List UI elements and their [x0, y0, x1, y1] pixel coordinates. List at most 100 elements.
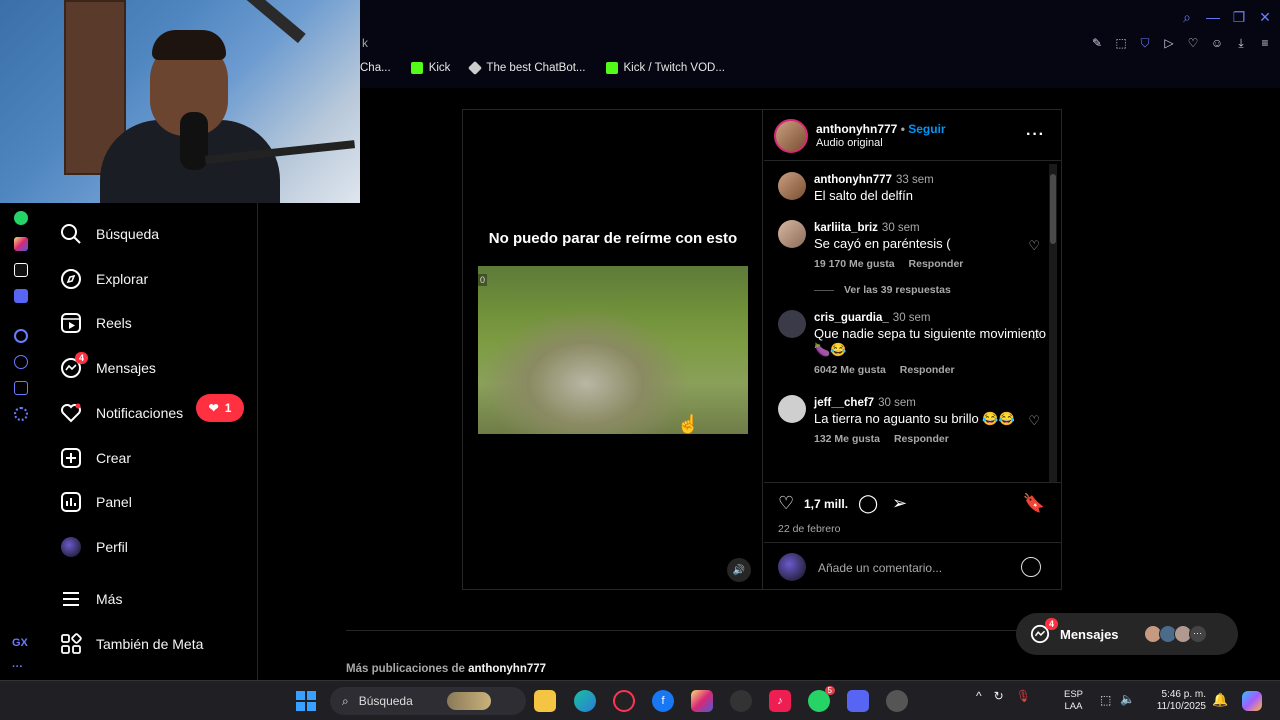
nav-item-perfil[interactable]: Perfil — [60, 533, 128, 561]
comment-likes[interactable]: 132 Me gusta — [814, 433, 880, 445]
post-date: 22 de febrero — [778, 523, 841, 535]
profile-icon[interactable]: ☺ — [1210, 36, 1224, 50]
restore-icon[interactable]: ❐ — [1232, 9, 1246, 25]
windows-start-icon[interactable] — [296, 691, 316, 711]
like-comment-icon[interactable]: ♡ — [1028, 328, 1040, 344]
comments-scrollbar[interactable] — [1049, 164, 1057, 482]
facebook-icon[interactable]: f — [652, 690, 674, 712]
instagram-icon[interactable] — [14, 237, 28, 251]
discord-icon[interactable] — [847, 690, 869, 712]
chevron-up-icon[interactable]: ^ — [976, 689, 982, 703]
extensions-icon[interactable] — [14, 381, 28, 395]
nav-item-notificaciones[interactable]: Notificaciones — [60, 399, 183, 427]
address-bar-fragment[interactable]: k — [362, 36, 368, 50]
nav-item-mas[interactable]: Más — [60, 585, 122, 613]
nav-item-explorar[interactable]: Explorar — [60, 265, 148, 293]
search-icon[interactable]: ⌕ — [1180, 9, 1194, 25]
commenter-avatar[interactable] — [778, 395, 806, 423]
windows-taskbar: ⌕ Búsqueda f ♪ 5 ^ ↻ 🎙 ESP LAA ⬚ 🔈 5:46 … — [0, 680, 1280, 720]
messages-floating-button[interactable]: 4 Mensajes ··· — [1016, 613, 1238, 655]
play-icon[interactable]: ▷ — [1162, 36, 1176, 50]
comment-likes[interactable]: 6042 Me gusta — [814, 364, 886, 376]
tiktok-icon[interactable]: ♪ — [769, 690, 791, 712]
file-explorer-icon[interactable] — [534, 690, 556, 712]
whatsapp-icon[interactable]: 5 — [808, 686, 835, 712]
scrollbar-thumb[interactable] — [1050, 174, 1056, 244]
reply-button[interactable]: Responder — [909, 258, 964, 270]
comment-icon[interactable]: ◯ — [858, 493, 878, 514]
commenter-avatar[interactable] — [778, 310, 806, 338]
comment-username[interactable]: karliita_briz — [814, 222, 878, 234]
gx-logo-icon[interactable]: GX — [12, 637, 28, 649]
chatgpt-icon[interactable] — [730, 690, 752, 712]
opera-gx-icon[interactable] — [613, 690, 635, 712]
taskbar-search[interactable]: ⌕ Búsqueda — [330, 687, 526, 715]
author-username[interactable]: anthonyhn777 — [816, 122, 897, 136]
volume-icon[interactable]: 🔊 — [727, 558, 751, 582]
whatsapp-icon[interactable] — [14, 211, 28, 225]
reel-video[interactable]: 0 — [478, 266, 748, 434]
nav-item-mensajes[interactable]: 4 Mensajes — [60, 352, 156, 382]
easy-setup-icon[interactable]: ≡ — [1258, 36, 1272, 50]
settings-icon[interactable] — [886, 690, 908, 712]
bookmark-item[interactable]: The best ChatBot... — [468, 60, 586, 76]
edge-icon[interactable] — [574, 690, 596, 712]
more-options-icon[interactable]: ··· — [1026, 126, 1045, 144]
language-indicator[interactable]: ESP LAA — [1064, 689, 1083, 713]
history-icon[interactable] — [14, 355, 28, 369]
comment-username[interactable]: anthonyhn777 — [814, 174, 892, 186]
like-icon[interactable]: ♡ — [778, 493, 794, 514]
follow-button[interactable]: Seguir — [908, 122, 945, 136]
likes-count[interactable]: 1,7 mill. — [804, 497, 848, 511]
compass-icon — [60, 268, 82, 290]
bookmark-item[interactable]: Kick — [410, 62, 450, 74]
audio-link[interactable]: Audio original — [816, 137, 883, 149]
emoji-icon[interactable] — [1021, 557, 1041, 577]
heart-icon[interactable]: ♡ — [1186, 36, 1200, 50]
comment-input[interactable]: Añade un comentario... — [818, 561, 942, 575]
reply-button[interactable]: Responder — [900, 364, 955, 376]
like-comment-icon[interactable]: ♡ — [1028, 413, 1040, 429]
aria-icon[interactable] — [14, 329, 28, 343]
comment-username[interactable]: jeff__chef7 — [814, 397, 874, 409]
vpn-shield-icon[interactable]: ⛉ — [1138, 36, 1152, 50]
nav-item-crear[interactable]: Crear — [60, 444, 131, 472]
notifications-popup-badge[interactable]: ❤ 1 — [196, 394, 244, 422]
nav-item-panel[interactable]: Panel — [60, 488, 132, 516]
volume-icon[interactable]: 🔈 — [1120, 692, 1135, 706]
download-icon[interactable]: ⤓ — [1234, 36, 1248, 50]
tiktok-icon[interactable] — [14, 263, 28, 277]
pin-icon[interactable]: ✎ — [1090, 36, 1104, 50]
microphone-icon[interactable]: 🎙 — [1016, 689, 1031, 703]
network-icon[interactable]: ⬚ — [1100, 693, 1111, 707]
chart-icon — [60, 491, 82, 513]
nav-item-reels[interactable]: Reels — [60, 309, 132, 337]
copilot-icon[interactable] — [1242, 691, 1262, 711]
more-dots-icon[interactable]: ··· — [12, 661, 23, 673]
commenter-avatar[interactable] — [778, 220, 806, 248]
hand-cursor-icon: ☝ — [677, 414, 700, 434]
bookmark-item[interactable]: Cha... — [360, 62, 391, 74]
notification-bell-icon[interactable]: 🔔 — [1212, 692, 1228, 708]
minimize-icon[interactable]: — — [1206, 9, 1220, 25]
snapshot-icon[interactable]: ⬚ — [1114, 36, 1128, 50]
nav-item-busqueda[interactable]: Búsqueda — [60, 220, 159, 248]
author-avatar[interactable] — [774, 119, 808, 153]
nav-item-tambien-de-meta[interactable]: También de Meta — [60, 630, 203, 658]
commenter-avatar[interactable] — [778, 172, 806, 200]
refresh-icon[interactable]: ↻ — [994, 689, 1004, 703]
share-icon[interactable]: ➢ — [892, 493, 907, 514]
reply-button[interactable]: Responder — [894, 433, 949, 445]
instagram-icon[interactable] — [691, 690, 713, 712]
discord-icon[interactable] — [14, 289, 28, 303]
comment-username[interactable]: cris_guardia_ — [814, 312, 889, 324]
settings-icon[interactable] — [14, 407, 28, 421]
close-icon[interactable]: ✕ — [1258, 9, 1272, 25]
more-posts-username[interactable]: anthonyhn777 — [468, 663, 546, 675]
system-clock[interactable]: 5:46 p. m. 11/10/2025 — [1148, 689, 1206, 713]
like-comment-icon[interactable]: ♡ — [1028, 238, 1040, 254]
view-replies-button[interactable]: Ver las 39 respuestas — [814, 284, 1046, 296]
comment-likes[interactable]: 19 170 Me gusta — [814, 258, 895, 270]
save-icon[interactable]: 🔖 — [1023, 493, 1045, 514]
bookmark-item[interactable]: Kick / Twitch VOD... — [605, 62, 725, 74]
